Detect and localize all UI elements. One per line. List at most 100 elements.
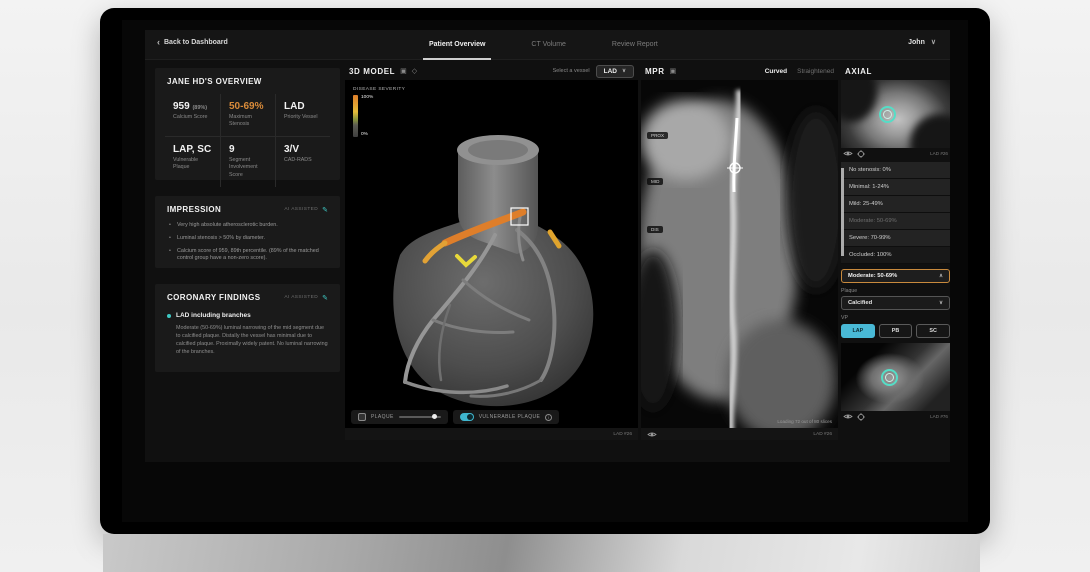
vp-button-group: LAP PB SC: [841, 324, 950, 338]
legend-max: 100%: [361, 95, 373, 100]
3d-view-controls: PLAQUE VULNERABLE PLAQUE i: [351, 410, 559, 424]
axial-top-image[interactable]: [841, 80, 950, 148]
edit-icon[interactable]: ✎: [322, 206, 328, 214]
axial-bottom-image[interactable]: [841, 343, 950, 411]
top-nav: ‹ Back to Dashboard Patient Overview CT …: [145, 30, 950, 60]
chevron-down-icon: ∨: [622, 68, 626, 74]
vessel-bullet-dot: [167, 314, 171, 318]
reset-view-icon[interactable]: ▣: [400, 68, 407, 75]
3d-model-viewport[interactable]: DISEASE SEVERITY 100% 0% PLAQUE: [345, 80, 638, 440]
impression-bullet: Very high absolute atherosclerotic burde…: [169, 222, 328, 230]
impression-bullet: Calcium score of 959, 89th percentile. (…: [169, 248, 328, 264]
eye-icon[interactable]: [647, 431, 657, 438]
app-window: ‹ Back to Dashboard Patient Overview CT …: [145, 30, 950, 462]
finding-description: Moderate (50-69%) luminal narrowing of t…: [155, 319, 340, 356]
vessel-select-dropdown[interactable]: LAD ∨: [596, 65, 634, 78]
vp-button-pb[interactable]: PB: [879, 324, 913, 338]
stat-vulnerable-plaque: LAP, SC Vulnerable Plaque: [165, 136, 220, 186]
impression-bullet: Luminal stenosis > 50% by diameter.: [169, 235, 328, 243]
ai-assisted-label: AI ASSISTED: [284, 207, 318, 212]
stat-maximum-stenosis: 50-69% Maximum Stenosis: [220, 94, 275, 136]
stenosis-dropdown-list: No stenosis: 0% Minimal: 1-24% Mild: 25-…: [841, 162, 950, 264]
stat-priority-vessel: LAD Priority Vessel: [275, 94, 330, 136]
segment-label-dis: DIS: [647, 226, 663, 233]
plaque-field-label: Plaque: [841, 288, 950, 294]
axial-title: AXIAL: [845, 67, 872, 76]
lesion-ring-annotation: [879, 106, 896, 123]
plaque-opacity-slider[interactable]: [399, 416, 441, 418]
stat-cad-rads: 3/V CAD-RADS: [275, 136, 330, 186]
axial-top-toolbar: LAD #26: [841, 148, 950, 159]
orientation-icon[interactable]: ◇: [412, 68, 417, 75]
mpr-mode-straightened[interactable]: Straightened: [797, 68, 834, 75]
vp-button-sc[interactable]: SC: [916, 324, 950, 338]
target-icon[interactable]: [857, 150, 865, 158]
nav-tabs: Patient Overview CT Volume Review Report: [423, 30, 664, 60]
impression-card: IMPRESSION AI ASSISTED ✎ Very high absol…: [155, 196, 340, 268]
target-icon[interactable]: [857, 413, 865, 421]
overview-card-title: JANE HD'S OVERVIEW: [167, 77, 262, 86]
select-vessel-label: Select a vessel: [553, 68, 590, 74]
mpr-viewport[interactable]: PROX MID DIS Loading 72 out of 80 slices…: [641, 80, 838, 440]
segment-label-mid: MID: [647, 178, 663, 185]
coronary-findings-card: CORONARY FINDINGS AI ASSISTED ✎ LAD incl…: [155, 284, 340, 372]
lesion-ring-annotation: [881, 369, 898, 386]
disease-severity-legend: DISEASE SEVERITY 100% 0%: [353, 87, 405, 137]
stat-calcium-score: 959 (89%) Calcium Score: [165, 94, 220, 136]
vp-button-lap[interactable]: LAP: [841, 324, 875, 338]
plaque-layer-icon[interactable]: [358, 413, 366, 421]
axial-bottom-toolbar: LAD #76: [841, 411, 950, 422]
finding-vessel-title[interactable]: LAD including branches: [176, 312, 251, 319]
panel-3d-model: 3D MODEL ▣ ◇ Select a vessel LAD ∨: [345, 62, 638, 440]
stenosis-option[interactable]: No stenosis: 0%: [841, 162, 950, 179]
severity-gradient-bar: [353, 95, 358, 137]
vp-field-label: VP: [841, 315, 950, 321]
plaque-label: PLAQUE: [371, 414, 394, 420]
loading-status: Loading 72 out of 80 slices: [777, 419, 832, 424]
monitor-stand: [103, 534, 980, 572]
edit-icon[interactable]: ✎: [322, 294, 328, 302]
panel-axial: AXIAL LAD #26 No steno: [841, 62, 950, 440]
plaque-type-select[interactable]: Calcified ∨: [841, 296, 950, 310]
segment-label-prox: PROX: [647, 132, 668, 139]
mpr-ct-image: [641, 80, 838, 440]
3d-slice-label: LAD #26: [613, 432, 632, 437]
patient-overview-card: JANE HD'S OVERVIEW 959 (89%) Calcium Sco…: [155, 68, 340, 180]
background-image-sliver: [841, 168, 844, 256]
legend-min: 0%: [361, 132, 373, 137]
axial-bottom-slice-label: LAD #76: [930, 414, 948, 419]
mpr-layout-icon[interactable]: ▣: [670, 68, 677, 75]
mpr-mode-curved[interactable]: Curved: [765, 68, 787, 75]
findings-title: CORONARY FINDINGS: [167, 293, 260, 302]
tab-review-report[interactable]: Review Report: [606, 30, 664, 60]
back-to-dashboard-button[interactable]: ‹ Back to Dashboard: [157, 38, 228, 47]
panel-mpr: MPR ▣ Curved Straightened: [641, 62, 838, 440]
stenosis-option[interactable]: Severe: 70-99%: [841, 230, 950, 247]
axial-top-slice-label: LAD #26: [930, 151, 948, 156]
user-name: John: [908, 39, 925, 46]
stat-segment-involvement: 9 Segment Involvement Score: [220, 136, 275, 186]
3d-model-title: 3D MODEL: [349, 67, 395, 76]
tab-patient-overview[interactable]: Patient Overview: [423, 30, 491, 60]
stenosis-option[interactable]: Minimal: 1-24%: [841, 179, 950, 196]
stenosis-option[interactable]: Mild: 25-49%: [841, 196, 950, 213]
mpr-slice-label: LAD #26: [813, 432, 832, 437]
stenosis-option-selected[interactable]: Moderate: 50-69%: [841, 213, 950, 230]
chevron-down-icon: ∨: [939, 300, 943, 306]
vulnerable-plaque-toggle[interactable]: [460, 413, 474, 421]
stenosis-select-button[interactable]: Moderate: 50-69% ∧: [841, 269, 950, 283]
legend-title: DISEASE SEVERITY: [353, 87, 405, 92]
stenosis-option[interactable]: Occluded: 100%: [841, 247, 950, 264]
chevron-left-icon: ‹: [157, 38, 160, 47]
eye-icon[interactable]: [843, 150, 853, 157]
user-menu[interactable]: John ∨: [908, 38, 936, 46]
ai-assisted-label: AI ASSISTED: [284, 295, 318, 300]
stat-calcium-percentile: (89%): [192, 105, 207, 111]
eye-icon[interactable]: [843, 413, 853, 420]
mpr-title: MPR: [645, 67, 665, 76]
impression-title: IMPRESSION: [167, 205, 221, 214]
impression-bullets: Very high absolute atherosclerotic burde…: [155, 214, 340, 263]
info-icon[interactable]: i: [545, 414, 552, 421]
tab-ct-volume[interactable]: CT Volume: [525, 30, 572, 60]
chevron-down-icon: ∨: [931, 38, 936, 46]
